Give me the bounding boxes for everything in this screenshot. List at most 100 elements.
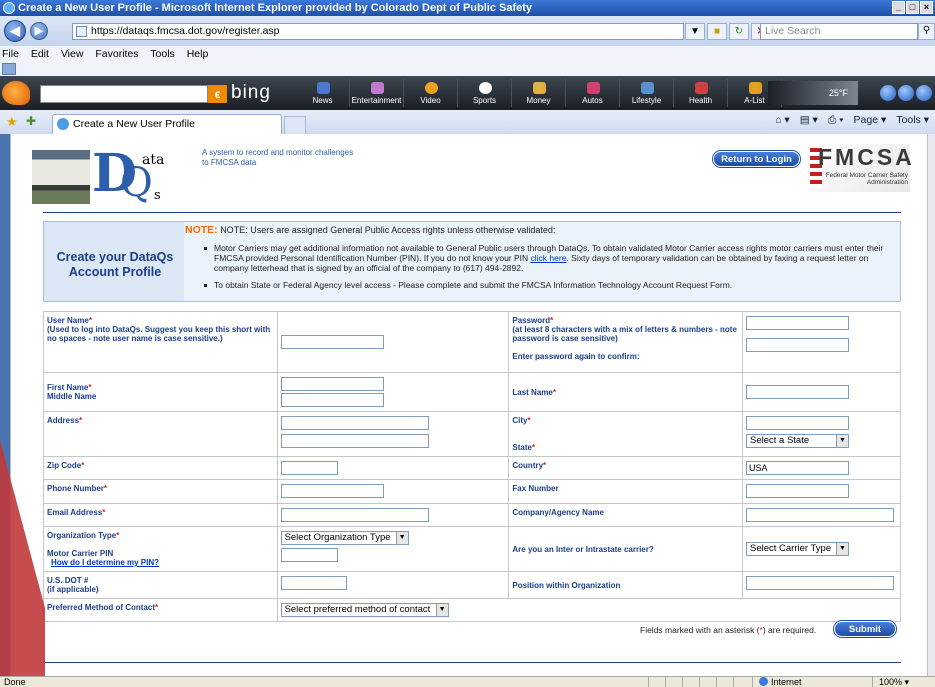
first-name-input[interactable] (280, 377, 384, 391)
home-icon[interactable]: ⌂ ▾ (775, 114, 790, 127)
address-toolbar: ◀ ▶ https://dataqs.fmcsa.dot.gov/registe… (0, 16, 935, 46)
add-favorite-icon[interactable]: ✚ (26, 114, 36, 128)
contact-method-select[interactable]: Select preferred method of contact ▼ (280, 603, 449, 617)
help-icon[interactable] (916, 85, 932, 101)
entertainment-icon (371, 82, 384, 94)
bing-tab-entertainment[interactable]: Entertainment (350, 79, 404, 107)
globe-icon (759, 677, 768, 686)
zoom-control[interactable]: 100% ▾ (872, 677, 935, 687)
window-title-bar: Create a New User Profile - Microsoft In… (0, 0, 935, 16)
tools-menu[interactable]: Tools ▾ (896, 114, 929, 127)
tab-create-user-profile[interactable]: Create a New User Profile (52, 114, 282, 134)
favorites-star-icon[interactable]: ★ (6, 114, 18, 130)
password-label: Password* (at least 8 characters with a m… (508, 311, 743, 373)
menu-favorites[interactable]: Favorites (95, 48, 138, 60)
menu-tools[interactable]: Tools (150, 48, 175, 60)
web-page: D ata Q s A system to record and monitor… (10, 134, 935, 676)
back-button[interactable]: ◀ (4, 20, 26, 42)
bing-tab-lifestyle[interactable]: Lifestyle (620, 79, 674, 107)
note-heading: NOTE: NOTE: Users are assigned General P… (185, 224, 556, 236)
registration-form: User Name* (Used to log into DataQs. Sugg… (43, 311, 902, 622)
city-state-label: City* State* (508, 411, 743, 457)
middle-name-input[interactable] (280, 393, 384, 407)
usdot-input[interactable] (280, 576, 347, 590)
zip-input[interactable] (280, 461, 338, 475)
messenger-icon[interactable] (880, 85, 896, 101)
security-zone[interactable]: Internet (752, 677, 852, 687)
bing-toolbar-icon[interactable] (2, 81, 30, 105)
maximize-button[interactable]: □ (906, 1, 919, 14)
new-tab-button[interactable] (284, 116, 306, 134)
menu-edit[interactable]: Edit (31, 48, 49, 60)
window-title: Create a New User Profile - Microsoft In… (18, 2, 533, 14)
feeds-icon[interactable]: ▤ ▾ (800, 114, 818, 127)
address-line2-input[interactable] (280, 434, 429, 448)
search-icon[interactable]: ⚲ (918, 23, 935, 40)
page-menu[interactable]: Page ▾ (854, 114, 887, 127)
menu-file[interactable]: File (2, 48, 19, 60)
sports-icon (479, 82, 492, 94)
notice-box: Create your DataQs Account Profile NOTE:… (43, 221, 901, 302)
refresh-icon[interactable]: ↻ (729, 23, 749, 40)
state-select[interactable]: Select a State ▼ (745, 434, 849, 448)
email-label: Email Address* (43, 503, 278, 527)
bing-search-button[interactable]: ϵ (208, 85, 227, 103)
bing-tab-health[interactable]: Health (674, 79, 728, 107)
autos-icon (587, 82, 600, 94)
weather-widget[interactable]: 25°F (768, 81, 858, 105)
position-input[interactable] (745, 576, 894, 590)
minimize-button[interactable]: _ (892, 1, 905, 14)
address-input[interactable]: https://dataqs.fmcsa.dot.gov/register.as… (72, 23, 684, 40)
phone-input[interactable] (280, 484, 384, 498)
dataqs-logo: D ata Q s (32, 142, 187, 208)
username-input[interactable] (280, 335, 384, 349)
lock-icon[interactable]: ■ (707, 23, 727, 40)
note-list: Motor Carriers may get additional inform… (202, 243, 898, 297)
money-icon (533, 82, 546, 94)
tab-bar: ★ ✚ Create a New User Profile ⌂ ▾ ▤ ▾ ⎙ … (0, 110, 935, 134)
position-label: Position within Organization (508, 571, 743, 599)
org-type-select[interactable]: Select Organization Type ▼ (280, 531, 409, 545)
return-to-login-button[interactable]: Return to Login (713, 151, 800, 167)
submit-button[interactable]: Submit (834, 621, 896, 637)
vertical-scrollbar[interactable] (927, 134, 935, 676)
country-input[interactable] (745, 461, 849, 475)
address-line1-input[interactable] (280, 416, 429, 430)
tagline: A system to record and monitor challenge… (202, 148, 354, 167)
city-input[interactable] (745, 416, 849, 430)
fax-input[interactable] (745, 484, 849, 498)
print-icon[interactable]: ⎙ ▾ (828, 114, 844, 127)
bing-tab-sports[interactable]: Sports (458, 79, 512, 107)
close-button[interactable]: × (920, 1, 933, 14)
usdot-label: U.S. DOT # (if applicable) (43, 571, 278, 599)
last-name-input[interactable] (745, 385, 849, 399)
menu-view[interactable]: View (61, 48, 84, 60)
phone-label: Phone Number* (43, 479, 278, 504)
email-input[interactable] (280, 508, 429, 522)
health-icon (695, 82, 708, 94)
dropdown-arrow-icon[interactable]: ▼ (685, 23, 705, 40)
password-input[interactable] (745, 316, 849, 330)
fmcsa-logo: FMCSA Federal Motor Carrier Safety Admin… (810, 144, 912, 192)
determine-pin-link[interactable]: How do I determine my PIN? (47, 558, 159, 567)
links-row (0, 62, 935, 76)
note-bullet-pin: Motor Carriers may get additional inform… (202, 243, 898, 273)
country-label: Country* (508, 456, 743, 480)
bing-tab-money[interactable]: Money (512, 79, 566, 107)
bing-tab-autos[interactable]: Autos (566, 79, 620, 107)
bing-search-input[interactable] (40, 85, 208, 103)
bing-tab-video[interactable]: Video (404, 79, 458, 107)
forward-button[interactable]: ▶ (30, 22, 48, 40)
password-confirm-input[interactable] (745, 338, 849, 352)
toolbar-icon[interactable] (2, 63, 16, 75)
org-pin-label: Organization Type* Motor Carrier PIN How d… (43, 526, 278, 572)
pin-input[interactable] (280, 548, 338, 562)
pin-click-here-link[interactable]: click here (531, 253, 567, 263)
live-search-input[interactable]: Live Search (760, 23, 918, 40)
company-input[interactable] (745, 508, 894, 522)
search-icon[interactable] (898, 85, 914, 101)
carrier-type-select[interactable]: Select Carrier Type ▼ (745, 542, 849, 556)
menu-help[interactable]: Help (187, 48, 209, 60)
bing-tab-news[interactable]: News (296, 79, 350, 107)
video-icon (425, 82, 438, 94)
